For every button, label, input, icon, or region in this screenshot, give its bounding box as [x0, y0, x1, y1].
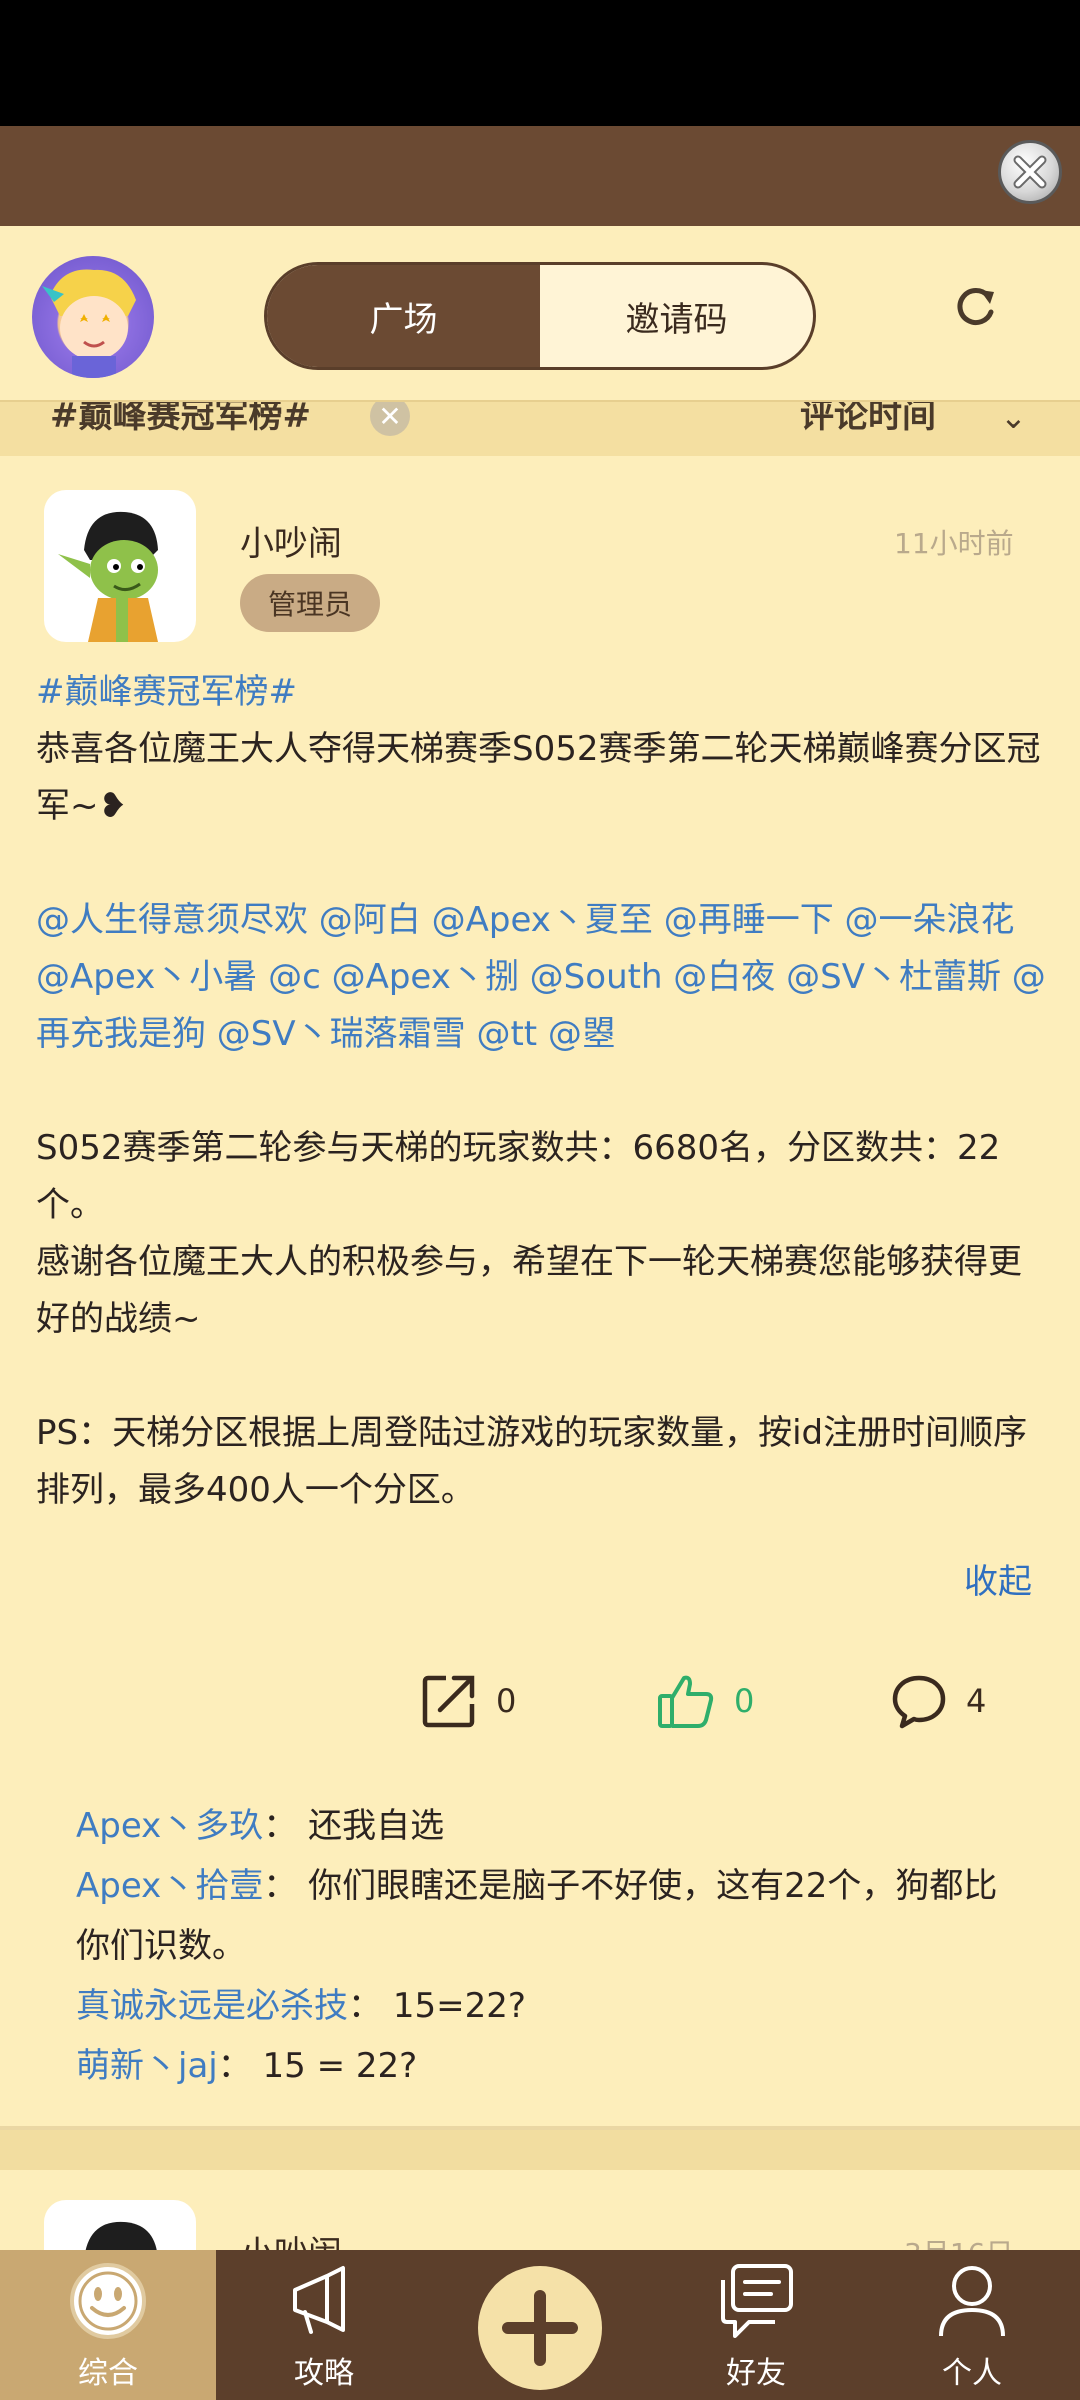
plus-icon	[502, 2290, 578, 2366]
comment-separator: ：	[263, 1866, 298, 1906]
user-avatar[interactable]	[32, 256, 154, 378]
nav-label: 综合	[78, 2356, 138, 2391]
close-icon	[1013, 155, 1047, 189]
post-paragraph-congrats: 恭喜各位魔王大人夺得天梯赛季S052赛季第二轮天梯巅峰赛分区冠军~❥	[36, 729, 1041, 826]
admin-badge: 管理员	[240, 574, 380, 632]
comment-item: 萌新丶jaj： 15 = 22?	[76, 2036, 1016, 2096]
post-author-avatar[interactable]	[44, 490, 196, 642]
nav-label: 个人	[942, 2356, 1002, 2391]
like-button[interactable]: 0	[656, 1672, 754, 1730]
post-paragraph-ps: PS：天梯分区根据上周登陆过游戏的玩家数量，按id注册时间顺序排列，最多400人…	[36, 1413, 1028, 1510]
refresh-icon	[957, 288, 994, 326]
comment-author[interactable]: Apex丶多玖	[76, 1806, 263, 1846]
thumbs-up-icon	[658, 1675, 714, 1728]
post-paragraph-stats: S052赛季第二轮参与天梯的玩家数共：6680名，分区数共：22个。	[36, 1128, 1001, 1225]
post-timestamp: 11小时前	[894, 527, 1014, 560]
goblin-avatar-illustration	[58, 511, 158, 642]
header-strip	[0, 126, 1080, 226]
tab-invite-code[interactable]: 邀请码	[540, 265, 813, 367]
comment-item: Apex丶多玖： 还我自选	[76, 1796, 1016, 1856]
comment-separator: ：	[217, 2046, 252, 2086]
nav-label: 好友	[726, 2356, 786, 2391]
comment-separator: ：	[263, 1806, 298, 1846]
nav-item-profile[interactable]: 个人	[864, 2250, 1080, 2400]
comment-button[interactable]: 4	[890, 1672, 986, 1730]
nav-item-general[interactable]: 综合	[0, 2250, 216, 2400]
comment-text: 15 = 22?	[262, 2046, 418, 2086]
post-paragraph-thanks: 感谢各位魔王大人的积极参与，希望在下一轮天梯赛您能够获得更好的战绩~	[36, 1242, 1022, 1339]
post-content: #巅峰赛冠军榜# 恭喜各位魔王大人夺得天梯赛季S052赛季第二轮天梯巅峰赛分区冠…	[36, 664, 1046, 1519]
megaphone-icon	[293, 2266, 345, 2334]
avatar-illustration	[42, 269, 136, 378]
clear-filter-icon[interactable]: ✕	[370, 402, 410, 436]
close-button[interactable]	[998, 140, 1062, 204]
tab-switcher: 广场 邀请码	[264, 262, 816, 370]
share-count: 0	[496, 1682, 517, 1720]
comment-text: 15=22?	[392, 1986, 526, 2026]
person-icon	[939, 2266, 1005, 2337]
comment-text: 还我自选	[308, 1806, 445, 1846]
status-bar	[0, 0, 1080, 126]
comment-item: Apex丶拾壹： 你们眼瞎还是脑子不好使，这有22个，狗都比你们识数。	[76, 1856, 1016, 1976]
nav-item-friends[interactable]: 好友	[648, 2250, 864, 2400]
share-button[interactable]: 0	[420, 1672, 516, 1730]
chat-icon	[721, 2264, 793, 2338]
comment-count: 4	[966, 1682, 987, 1720]
sort-selector[interactable]: 评论时间	[800, 402, 936, 437]
comment-author[interactable]: 真诚永远是必杀技	[76, 1986, 348, 2026]
post-actions: 0 0 4	[0, 1672, 1080, 1736]
filter-bar: #巅峰赛冠军榜# ✕ 评论时间 ⌄	[0, 400, 1080, 456]
comment-author[interactable]: Apex丶拾壹	[76, 1866, 263, 1906]
comment-item: 真诚永远是必杀技： 15=22?	[76, 1976, 1016, 2036]
refresh-button[interactable]	[950, 282, 1000, 332]
tab-square[interactable]: 广场	[267, 265, 540, 367]
collapse-link[interactable]: 收起	[964, 1554, 1032, 1603]
comment-author[interactable]: 萌新丶jaj	[76, 2046, 218, 2086]
filter-topic-tag[interactable]: #巅峰赛冠军榜#	[50, 402, 311, 437]
post-author-name[interactable]: 小吵闹	[240, 516, 342, 565]
nav-label: 攻略	[294, 2356, 354, 2391]
post-divider	[0, 2126, 1080, 2170]
chevron-down-icon[interactable]: ⌄	[1000, 402, 1027, 436]
comment-separator: ：	[348, 1986, 382, 2026]
smiley-icon	[70, 2263, 146, 2339]
create-post-button[interactable]	[478, 2266, 602, 2390]
post-mentions[interactable]: @人生得意须尽欢 @阿白 @Apex丶夏至 @再睡一下 @一朵浪花 @Apex丶…	[36, 892, 1046, 1063]
like-count: 0	[734, 1682, 755, 1720]
comment-list: Apex丶多玖： 还我自选 Apex丶拾壹： 你们眼瞎还是脑子不好使，这有22个…	[76, 1796, 1016, 2096]
post-topic-link[interactable]: #巅峰赛冠军榜#	[36, 664, 1046, 721]
comment-bubble-icon	[892, 1675, 946, 1729]
nav-item-guides[interactable]: 攻略	[216, 2250, 432, 2400]
share-icon	[422, 1675, 475, 1728]
